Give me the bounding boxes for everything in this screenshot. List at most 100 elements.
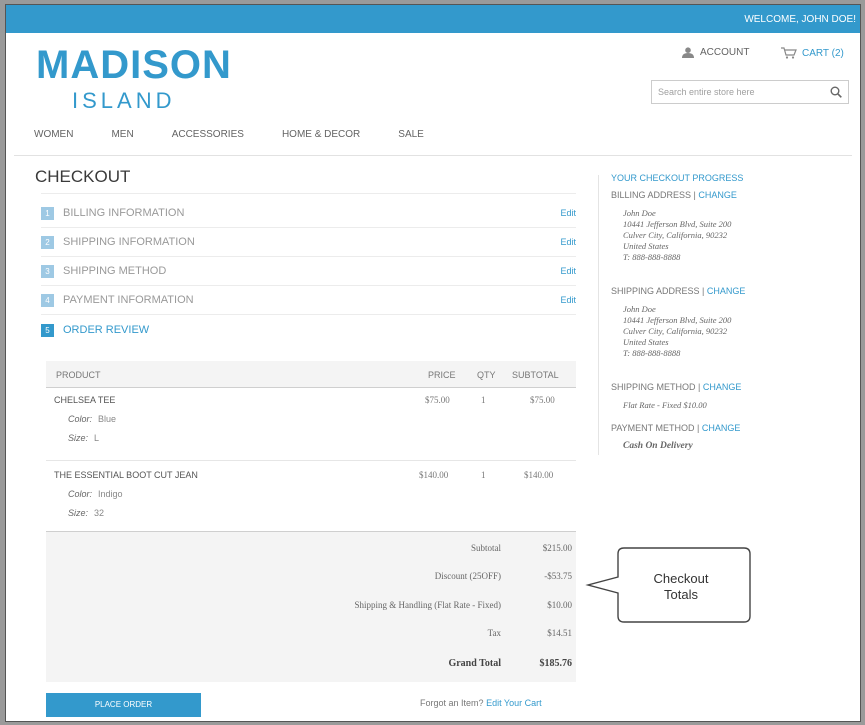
- shipping-method-value: Flat Rate - Fixed $10.00: [623, 400, 707, 410]
- step-label: PAYMENT INFORMATION: [63, 294, 194, 306]
- address-line: United States: [623, 337, 669, 347]
- attribute-label: Size:: [68, 433, 89, 443]
- forgot-text: Forgot an Item?: [420, 698, 484, 708]
- user-icon: [682, 47, 694, 58]
- totals-label-subtotal: Subtotal: [470, 543, 501, 553]
- attribute-label: Color:: [68, 414, 93, 424]
- account-label: ACCOUNT: [700, 47, 750, 58]
- change-shipping-link[interactable]: CHANGE: [707, 286, 746, 296]
- nav-item-women[interactable]: WOMEN: [34, 129, 73, 140]
- search-icon[interactable]: [830, 86, 842, 98]
- edit-payment-link[interactable]: Edit: [560, 295, 576, 305]
- totals-label-tax: Tax: [487, 628, 501, 638]
- search-input[interactable]: Search entire store here: [651, 80, 849, 104]
- address-line: T: 888-888-8888: [623, 348, 681, 358]
- main-nav: WOMEN MEN ACCESSORIES HOME & DECOR SALE: [34, 129, 462, 140]
- edit-shipping-link[interactable]: Edit: [560, 237, 576, 247]
- nav-item-sale[interactable]: SALE: [398, 129, 424, 140]
- attribute-label: Size:: [68, 508, 89, 518]
- step-shipping-method[interactable]: 3 SHIPPING METHOD Edit: [41, 262, 576, 280]
- account-link[interactable]: ACCOUNT: [682, 47, 749, 58]
- logo-island[interactable]: ISLAND: [72, 88, 175, 114]
- order-totals: Subtotal $215.00 Discount (25OFF) -$53.7…: [46, 531, 576, 682]
- page-frame: WELCOME, JOHN DOE! MADISON ISLAND ACCOUN…: [5, 4, 861, 722]
- step-label: SHIPPING METHOD: [63, 265, 167, 277]
- totals-label-grand-total: Grand Total: [448, 658, 501, 669]
- column-header-price: PRICE: [428, 370, 456, 380]
- shipping-method-label: SHIPPING METHOD: [611, 382, 696, 392]
- product-price: $75.00: [425, 395, 450, 405]
- billing-address: John Doe 10441 Jefferson Blvd, Suite 200…: [623, 208, 731, 263]
- step-divider: [41, 285, 576, 286]
- product-size: Size: L: [68, 433, 99, 443]
- change-billing-link[interactable]: CHANGE: [698, 190, 737, 200]
- payment-method-label: PAYMENT METHOD: [611, 423, 695, 433]
- product-subtotal: $75.00: [530, 395, 555, 405]
- address-line: Culver City, California, 90232: [623, 326, 728, 336]
- nav-item-men[interactable]: MEN: [111, 129, 133, 140]
- address-line: United States: [623, 241, 669, 251]
- address-line: T: 888-888-8888: [623, 252, 681, 262]
- cart-label: CART (2): [802, 47, 844, 59]
- change-payment-link[interactable]: CHANGE: [702, 423, 741, 433]
- step-payment-information[interactable]: 4 PAYMENT INFORMATION Edit: [41, 291, 576, 309]
- product-subtotal: $140.00: [524, 470, 554, 480]
- page-title: CHECKOUT: [35, 167, 131, 186]
- step-divider: [41, 256, 576, 257]
- step-number: 3: [41, 264, 54, 278]
- nav-item-accessories[interactable]: ACCESSORIES: [172, 129, 244, 140]
- address-line: 10441 Jefferson Blvd, Suite 200: [623, 315, 732, 325]
- product-color: Color: Blue: [68, 414, 116, 424]
- step-divider: [41, 193, 576, 194]
- step-order-review[interactable]: 5 ORDER REVIEW: [41, 321, 576, 339]
- shipping-address-heading: SHIPPING ADDRESS | CHANGE: [611, 286, 746, 296]
- column-header-subtotal: SUBTOTAL: [512, 370, 559, 380]
- order-table-header: PRODUCT PRICE QTY SUBTOTAL: [46, 361, 576, 388]
- product-name: THE ESSENTIAL BOOT CUT JEAN: [54, 470, 198, 480]
- callout-text: Checkout Totals: [606, 571, 756, 603]
- totals-value-subtotal: $215.00: [542, 543, 572, 553]
- totals-value-discount: -$53.75: [544, 571, 572, 581]
- product-color: Color: Indigo: [68, 489, 123, 499]
- logo-madison[interactable]: MADISON: [36, 43, 232, 88]
- attribute-label: Color:: [68, 489, 93, 499]
- step-billing-information[interactable]: 1 BILLING INFORMATION Edit: [41, 204, 576, 222]
- shipping-method-heading: SHIPPING METHOD | CHANGE: [611, 382, 742, 392]
- payment-method-value: Cash On Delivery: [623, 441, 693, 451]
- column-header-product: PRODUCT: [56, 370, 101, 380]
- payment-method-heading: PAYMENT METHOD | CHANGE: [611, 423, 741, 433]
- cart-icon: [781, 47, 797, 59]
- callout-line: Checkout: [653, 571, 709, 586]
- attribute-value: L: [94, 433, 100, 443]
- billing-address-heading: BILLING ADDRESS | CHANGE: [611, 190, 737, 200]
- address-line: Culver City, California, 90232: [623, 230, 728, 240]
- change-shipping-method-link[interactable]: CHANGE: [703, 382, 742, 392]
- attribute-value: Blue: [98, 414, 117, 424]
- address-line: John Doe: [623, 304, 656, 314]
- step-divider: [41, 227, 576, 228]
- welcome-message: WELCOME, JOHN DOE!: [744, 14, 856, 25]
- row-divider: [46, 460, 576, 461]
- edit-shipping-method-link[interactable]: Edit: [560, 266, 576, 276]
- totals-value-grand-total: $185.76: [539, 658, 573, 669]
- totals-value-tax: $14.51: [547, 628, 572, 638]
- nav-item-home-decor[interactable]: HOME & DECOR: [282, 129, 360, 140]
- forgot-item: Forgot an Item? Edit Your Cart: [420, 698, 542, 708]
- address-line: 10441 Jefferson Blvd, Suite 200: [623, 219, 732, 229]
- step-divider: [41, 314, 576, 315]
- edit-cart-link[interactable]: Edit Your Cart: [486, 698, 542, 708]
- step-label: SHIPPING INFORMATION: [63, 236, 195, 248]
- step-label: ORDER REVIEW: [63, 324, 150, 336]
- product-size: Size: 32: [68, 508, 104, 518]
- step-label: BILLING INFORMATION: [63, 207, 185, 219]
- billing-address-label: BILLING ADDRESS: [611, 190, 692, 200]
- totals-value-shipping: $10.00: [547, 600, 572, 610]
- attribute-value: 32: [94, 508, 105, 518]
- step-shipping-information[interactable]: 2 SHIPPING INFORMATION Edit: [41, 233, 576, 251]
- edit-billing-link[interactable]: Edit: [560, 208, 576, 218]
- place-order-button[interactable]: PLACE ORDER: [46, 693, 201, 717]
- column-header-qty: QTY: [477, 370, 496, 380]
- search-placeholder: Search entire store here: [658, 87, 755, 97]
- cart-link[interactable]: CART (2): [781, 47, 844, 59]
- product-qty: 1: [481, 470, 486, 480]
